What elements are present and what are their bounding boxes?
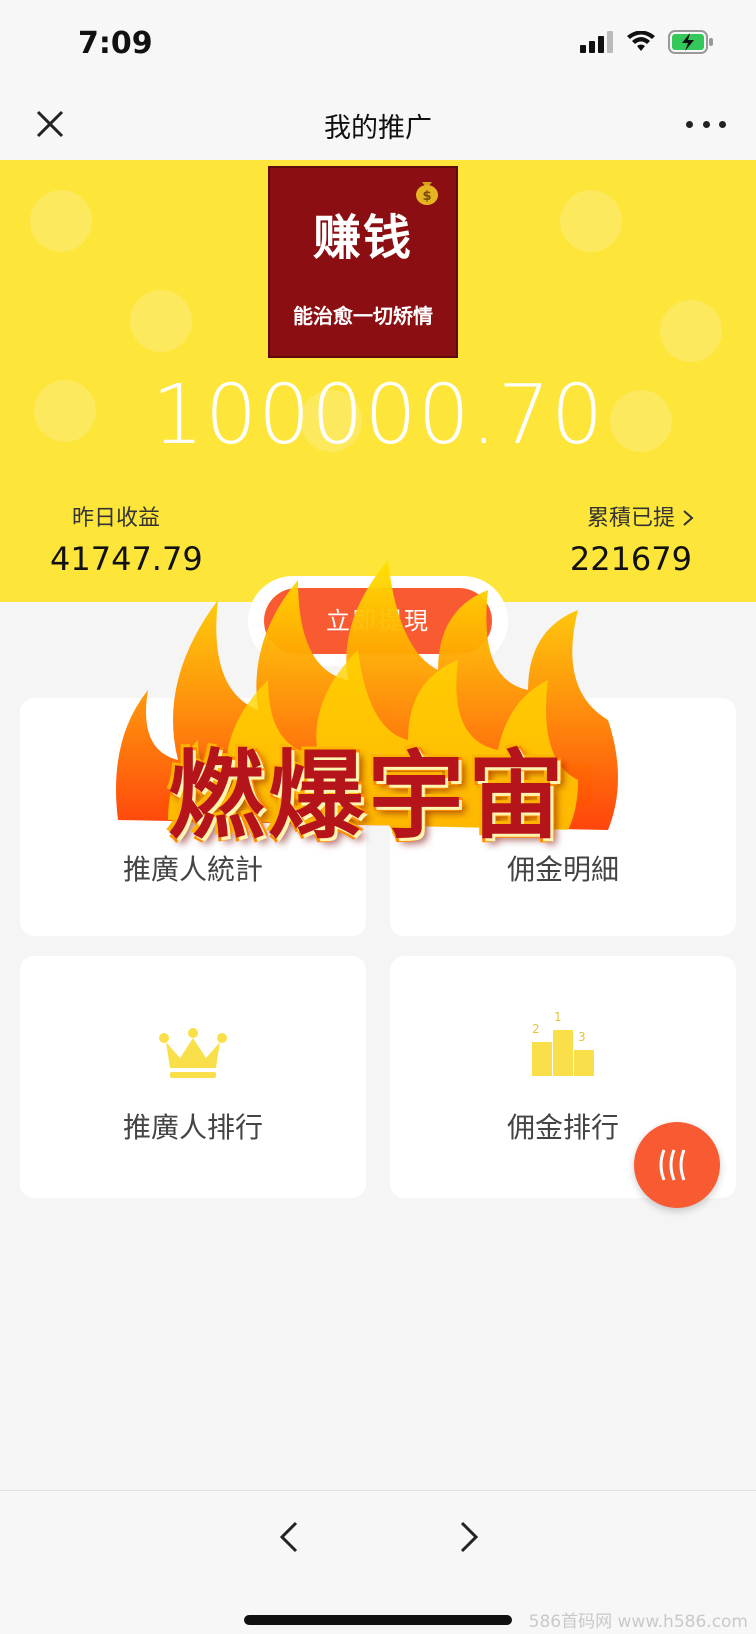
- podium-number-2: 2: [532, 1022, 540, 1036]
- page-title: 我的推广: [324, 113, 432, 144]
- more-icon[interactable]: [686, 106, 726, 142]
- yesterday-earnings-value: 41747.79: [50, 540, 203, 578]
- wifi-icon: [627, 31, 655, 51]
- browser-toolbar: 586首码网 www.h586.com: [0, 1490, 756, 1634]
- status-time: 7:09: [78, 26, 153, 61]
- withdrawn-total-link[interactable]: 累積已提: [587, 500, 694, 532]
- status-icons: [580, 30, 714, 54]
- triple-chevron-icon: [659, 1149, 686, 1181]
- promo-image: $ 赚钱 能治愈一切矫情: [268, 166, 458, 358]
- chevron-left-icon[interactable]: [270, 1517, 310, 1557]
- card-label: 推廣人排行: [122, 1111, 263, 1144]
- decorative-circle: [560, 190, 622, 252]
- podium-number-1: 1: [554, 1010, 562, 1024]
- balance-amount: 100000.70: [151, 368, 605, 463]
- status-bar: 7:09: [0, 0, 756, 86]
- flame-overlay-text: 燃爆宇宙: [168, 740, 568, 852]
- earnings-banner: $ 赚钱 能治愈一切矫情 100000.70 昨日收益 41747.79 累積已…: [0, 160, 756, 602]
- floating-menu-button[interactable]: [634, 1122, 720, 1208]
- battery-charging-icon: [668, 30, 713, 54]
- chevron-right-icon[interactable]: [448, 1517, 488, 1557]
- withdrawn-total-label: 累積已提: [586, 506, 675, 531]
- nav-bar: 我的推广: [0, 86, 756, 160]
- withdraw-button[interactable]: 立即提現: [264, 588, 492, 654]
- promo-subtitle: 能治愈一切矫情: [293, 304, 433, 328]
- more-dot: [686, 120, 693, 128]
- podium-number-3: 3: [578, 1030, 586, 1044]
- promoters-ranking-card[interactable]: 推廣人排行: [20, 956, 366, 1198]
- watermark: 586首码网 www.h586.com: [528, 1612, 748, 1632]
- chevron-right-icon: [683, 510, 694, 526]
- more-dot: [702, 120, 710, 128]
- yesterday-earnings-label: 昨日收益: [72, 506, 161, 531]
- decorative-circle: [130, 290, 192, 352]
- decorative-circle: [660, 300, 722, 362]
- crown-icon: [159, 1028, 227, 1078]
- home-indicator[interactable]: [244, 1615, 512, 1625]
- promo-title: 赚钱: [312, 210, 413, 266]
- decorative-circle: [30, 190, 92, 252]
- more-dot: [719, 120, 726, 128]
- withdrawn-total-value: 221679: [569, 540, 692, 578]
- signal-icon: [580, 31, 613, 53]
